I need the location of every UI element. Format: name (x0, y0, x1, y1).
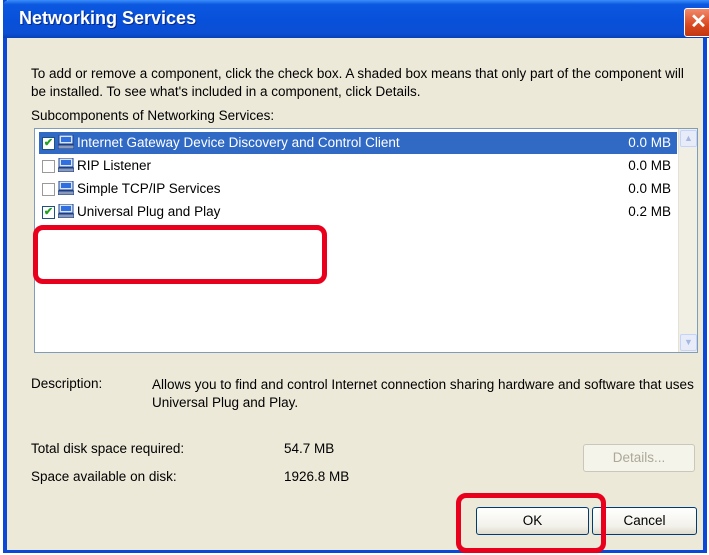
description-caption: Description: (31, 376, 103, 391)
list-item-size: 0.0 MB (628, 181, 671, 196)
list-item-rip-listener[interactable]: RIP Listener 0.0 MB (39, 155, 677, 177)
subcomponents-label: Subcomponents of Networking Services: (31, 108, 275, 123)
disk-required-value: 54.7 MB (284, 441, 335, 456)
highlight-universal-plug-and-play (33, 225, 327, 284)
details-button[interactable]: Details... (583, 444, 695, 472)
checkbox-internet-gateway[interactable]: ✔ (42, 137, 55, 150)
computer-icon (58, 135, 74, 149)
list-scrollbar[interactable]: ▲ ▼ (678, 129, 697, 352)
scroll-down-icon[interactable]: ▼ (680, 334, 697, 351)
disk-required-label: Total disk space required: (31, 441, 185, 456)
disk-available-value: 1926.8 MB (284, 469, 350, 484)
list-item-label: Simple TCP/IP Services (77, 181, 221, 196)
cancel-button[interactable]: Cancel (592, 507, 697, 535)
highlight-ok-button (456, 493, 606, 553)
title-bar[interactable]: Networking Services ✕ (3, 0, 709, 38)
description-text: Allows you to find and control Internet … (152, 377, 694, 410)
checkbox-simple-tcpip[interactable] (42, 183, 55, 196)
disk-available-label: Space available on disk: (31, 469, 177, 484)
close-icon[interactable]: ✕ (684, 8, 709, 37)
checkbox-universal-plug-and-play[interactable]: ✔ (42, 206, 55, 219)
computer-icon (58, 204, 74, 218)
list-item-label: Internet Gateway Device Discovery and Co… (77, 135, 400, 150)
computer-icon (58, 158, 74, 172)
computer-icon (58, 181, 74, 195)
list-item-size: 0.0 MB (628, 135, 671, 150)
list-item-label: Universal Plug and Play (77, 204, 221, 219)
window-title: Networking Services (19, 8, 197, 28)
list-item-size: 0.2 MB (628, 204, 671, 219)
checkbox-rip-listener[interactable] (42, 160, 55, 173)
list-item-universal-plug-and-play[interactable]: ✔ Universal Plug and Play 0.2 MB (39, 201, 677, 223)
instructions-text: To add or remove a component, click the … (31, 66, 684, 99)
list-item-label: RIP Listener (77, 158, 152, 173)
list-item-internet-gateway[interactable]: ✔ Internet Gateway Device Discovery and … (39, 132, 677, 154)
scroll-up-icon[interactable]: ▲ (680, 130, 697, 147)
list-item-size: 0.0 MB (628, 158, 671, 173)
list-item-simple-tcpip[interactable]: Simple TCP/IP Services 0.0 MB (39, 178, 677, 200)
